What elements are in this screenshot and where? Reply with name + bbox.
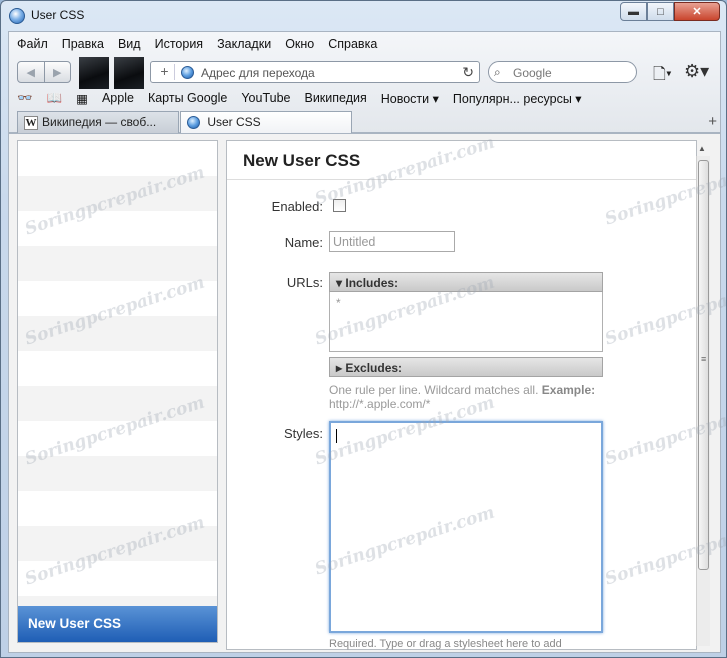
window-controls: ▬ □ ✕ (620, 2, 720, 21)
search-field[interactable]: ⌕ Google (488, 61, 637, 83)
grip-icon: ≡ (701, 354, 707, 364)
back-button[interactable]: ◀ (18, 62, 44, 82)
tab-wikipedia[interactable]: W Википедия — своб... (17, 111, 179, 133)
bookmarks-bar: 👓 📖 ▦ Apple Карты Google YouTube Википед… (17, 89, 596, 107)
address-input[interactable]: Адрес для перехода (201, 66, 315, 80)
styles-label: Styles: (283, 426, 323, 441)
text-cursor (336, 429, 337, 443)
reading-list-icon[interactable]: 👓 (17, 91, 33, 106)
tab-label: User CSS (207, 115, 261, 129)
url-hint: One rule per line. Wildcard matches all.… (329, 383, 629, 411)
menu-file[interactable]: Файл (17, 37, 48, 51)
scroll-up-arrow[interactable]: ▲ (698, 144, 706, 153)
hint-text: One rule per line. Wildcard matches all. (329, 383, 539, 397)
reload-icon[interactable]: ↻ (462, 64, 474, 81)
menu-window[interactable]: Окно (285, 37, 314, 51)
name-input[interactable]: Untitled (329, 231, 455, 252)
tab-label: Википедия — своб... (42, 115, 157, 129)
hint-example-label: Example: (541, 383, 596, 397)
new-tab-button[interactable]: + (708, 113, 717, 130)
sidebar-item-new-user-css[interactable]: New User CSS (18, 606, 217, 642)
includes-textarea[interactable]: * (329, 292, 603, 352)
bookmarks-book-icon[interactable]: 📖 (47, 91, 63, 106)
close-button[interactable]: ✕ (674, 2, 720, 21)
globe-icon (187, 116, 200, 130)
enabled-checkbox[interactable] (333, 199, 346, 212)
menu-edit[interactable]: Правка (62, 37, 104, 51)
topsites-grid-icon[interactable]: ▦ (76, 91, 88, 106)
bookmark-popular[interactable]: Популярн... ресурсы ▾ (453, 91, 582, 106)
window-title: User CSS (31, 8, 85, 22)
browser-window: User CSS ▬ □ ✕ Файл Правка Вид История З… (0, 0, 727, 658)
page-menu-icon[interactable]: 🗋▾ (653, 63, 672, 90)
panel-title: New User CSS (243, 151, 361, 170)
menu-view[interactable]: Вид (118, 37, 141, 51)
menu-bar: Файл Правка Вид История Закладки Окно Сп… (17, 37, 391, 51)
name-label: Name: (284, 235, 323, 250)
required-note: Required. Type or drag a stylesheet here… (329, 638, 562, 650)
bookmark-apple[interactable]: Apple (102, 91, 134, 105)
wikipedia-icon: W (24, 115, 38, 130)
address-bar[interactable]: + Адрес для перехода ↻ (150, 61, 480, 83)
bookmark-google-maps[interactable]: Карты Google (148, 91, 227, 105)
excludes-header[interactable]: ▸ Excludes: (329, 357, 603, 377)
tab-bar: W Википедия — своб... User CSS + (17, 110, 717, 134)
menu-history[interactable]: История (155, 37, 203, 51)
enabled-label: Enabled: (271, 199, 323, 214)
divider (227, 179, 696, 180)
urls-label: URLs: (286, 275, 323, 290)
maximize-button[interactable]: □ (647, 2, 674, 21)
title-bar: User CSS ▬ □ ✕ (1, 1, 726, 31)
safari-icon (9, 8, 25, 24)
page-content: New User CSS New User CSS Enabled: Name:… (8, 133, 721, 653)
add-bookmark-button[interactable]: + (155, 64, 175, 80)
hint-example: http://*.apple.com/* (329, 397, 431, 411)
bookmark-wikipedia[interactable]: Википедия (304, 91, 366, 105)
includes-header[interactable]: ▾ Includes: (329, 272, 603, 292)
menu-help[interactable]: Справка (328, 37, 377, 51)
minimize-button[interactable]: ▬ (620, 2, 647, 21)
navigation-row: ◀ ▶ + Адрес для перехода ↻ ⌕ Google 🗋▾ ⚙… (17, 57, 717, 89)
back-forward-buttons: ◀ ▶ (17, 61, 71, 83)
forward-button[interactable]: ▶ (43, 62, 71, 82)
globe-icon (181, 66, 194, 79)
topsites-thumbnail[interactable] (79, 57, 109, 89)
gear-icon[interactable]: ⚙▾ (684, 61, 709, 82)
search-icon: ⌕ (494, 65, 501, 79)
browser-toolbar: Файл Правка Вид История Закладки Окно Сп… (8, 31, 721, 134)
scroll-thumb[interactable]: ≡ (698, 160, 709, 570)
editor-panel: New User CSS Enabled: Name: Untitled URL… (226, 140, 697, 650)
search-input[interactable]: Google (513, 66, 552, 80)
menu-bookmarks[interactable]: Закладки (217, 37, 271, 51)
bookmark-youtube[interactable]: YouTube (241, 91, 290, 105)
history-thumbnail[interactable] (114, 57, 144, 89)
bookmark-news[interactable]: Новости ▾ (381, 91, 439, 106)
styles-textarea[interactable] (329, 421, 603, 633)
stylesheet-list: New User CSS (17, 140, 218, 643)
tab-user-css[interactable]: User CSS (180, 111, 352, 134)
vertical-scrollbar[interactable]: ▲ ≡ (696, 144, 710, 646)
